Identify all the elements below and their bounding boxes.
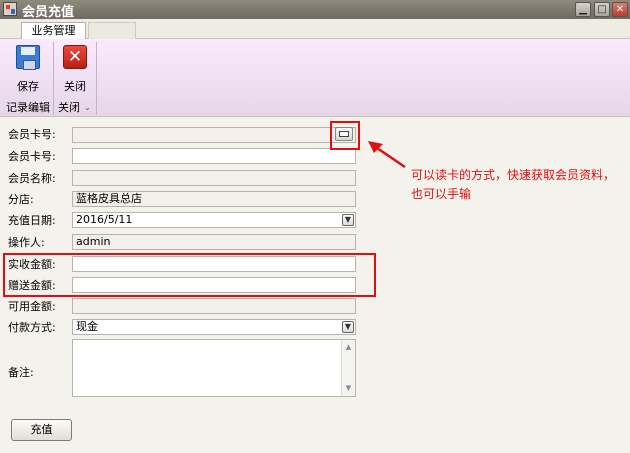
available-amount-field xyxy=(72,298,356,314)
tab-strip-empty xyxy=(88,22,136,39)
ribbon-group-record-edit: 记录编辑 xyxy=(6,101,50,114)
scroll-up-icon[interactable]: ▲ xyxy=(343,342,354,353)
payment-method-value: 现金 xyxy=(76,320,98,333)
chevron-down-icon[interactable]: ▼ xyxy=(342,321,354,333)
card-no-label: 会员卡号: xyxy=(8,150,56,163)
close-button[interactable]: ✕ 关闭 xyxy=(53,42,97,96)
available-amount-label: 可用金额: xyxy=(8,300,56,313)
member-name-label: 会员名称: xyxy=(8,172,56,185)
date-label: 充值日期: xyxy=(8,214,56,227)
payment-method-select[interactable]: 现金 ▼ xyxy=(72,319,356,335)
tab-business-management[interactable]: 业务管理 xyxy=(21,22,86,40)
scroll-down-icon[interactable]: ▼ xyxy=(343,383,354,394)
card-no-read-label: 会员卡号: xyxy=(8,128,56,141)
chevron-down-icon[interactable]: ▼ xyxy=(342,214,354,226)
title-bar: 会员充值 ▁ □ ✕ xyxy=(0,0,630,20)
floppy-disk-icon xyxy=(16,45,40,70)
remark-textarea[interactable]: ▲ ▼ xyxy=(72,339,356,397)
group-launcher-icon[interactable]: ⌄ xyxy=(84,100,91,115)
window-title: 会员充值 xyxy=(22,5,75,20)
date-picker[interactable]: 2016/5/11 ▼ xyxy=(72,212,356,228)
payment-method-label: 付款方式: xyxy=(8,321,56,334)
read-card-highlight xyxy=(330,121,360,150)
close-icon[interactable]: ✕ xyxy=(612,2,628,17)
operator-label: 操作人: xyxy=(8,236,45,249)
ribbon-group-close: 关闭 xyxy=(58,101,80,114)
ribbon-group-divider xyxy=(96,42,97,115)
branch-label: 分店: xyxy=(8,193,34,206)
operator-field: admin xyxy=(72,234,356,250)
date-value: 2016/5/11 xyxy=(76,213,133,226)
card-no-input[interactable] xyxy=(72,148,356,164)
card-no-read-field xyxy=(72,127,356,143)
remark-label: 备注: xyxy=(8,366,34,379)
annotation-arrow-icon xyxy=(368,141,406,169)
minimize-icon[interactable]: ▁ xyxy=(575,2,591,17)
annotation-text: 可以读卡的方式，快速获取会员资料，也可以手输 xyxy=(411,168,616,201)
app-icon xyxy=(3,2,17,16)
branch-field: 蓝格皮具总店 xyxy=(72,191,356,207)
amount-fields-highlight xyxy=(3,253,376,297)
maximize-icon[interactable]: □ xyxy=(594,2,610,17)
recharge-button[interactable]: 充值 xyxy=(11,419,72,441)
member-name-field xyxy=(72,170,356,186)
ribbon: 保存 ✕ 关闭 记录编辑 关闭 ⌄ xyxy=(0,39,630,117)
save-button[interactable]: 保存 xyxy=(6,42,50,96)
tab-strip: 业务管理 xyxy=(0,19,630,40)
red-x-icon: ✕ xyxy=(63,45,87,69)
save-button-label: 保存 xyxy=(17,80,39,93)
scrollbar[interactable]: ▲ ▼ xyxy=(341,340,355,396)
close-button-label: 关闭 xyxy=(64,80,86,93)
